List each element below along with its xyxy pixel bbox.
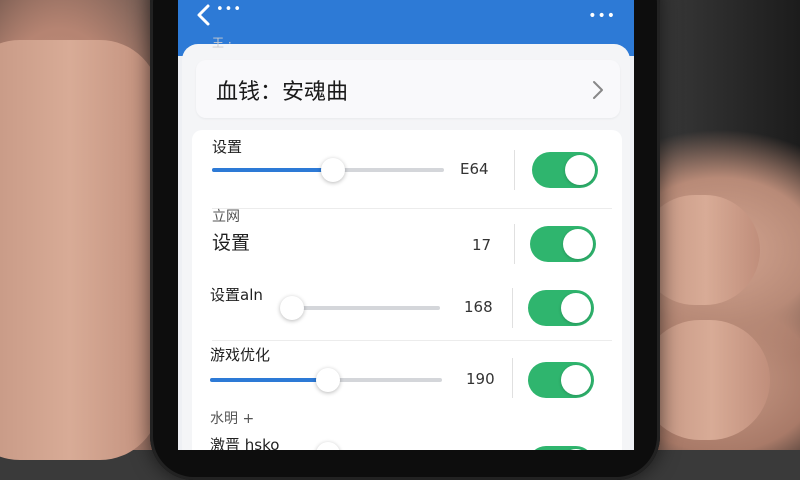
toggle-switch[interactable] [532,152,598,188]
row-divider [212,340,612,341]
setting-label: 设置 [212,232,251,254]
chevron-right-icon [593,81,603,99]
slider-handle[interactable] [280,296,305,320]
more-options-icon[interactable]: ••• [588,8,616,24]
toggle-knob [561,365,591,395]
thumb [0,40,160,460]
slider-fill [210,378,329,382]
toggle-switch[interactable] [528,290,594,326]
divider [514,224,515,264]
divider [512,358,513,398]
game-header-card[interactable]: 血钱：安魂曲 [196,60,620,118]
setting-value: E64 [460,160,489,178]
toggle-switch[interactable] [528,362,594,398]
phone-screen: ••• ••• 王 · 血钱：安魂曲 设置 E64 立网 设置 17 设置aln… [178,0,634,450]
setting-label: 激晋 hsko [210,436,280,450]
slider-handle[interactable] [320,158,345,182]
settings-list: 设置 E64 立网 设置 17 设置aln 168 游戏优化 190 水明 + … [192,130,622,450]
settings-sheet: 王 · 血钱：安魂曲 设置 E64 立网 设置 17 设置aln 168 游戏优… [182,36,630,450]
toggle-switch[interactable] [528,446,594,450]
section-label: 水明 + [210,411,255,427]
section-label: 立网 [212,209,240,225]
setting-value: 17 [472,236,492,254]
title-dots: ••• [216,2,243,17]
sheet-subtitle: 王 · [212,36,232,50]
slider-handle[interactable] [316,368,341,392]
setting-row: 设置 E64 [192,130,622,208]
setting-value: 190 [466,370,495,388]
setting-row: 游戏优化 190 [192,344,622,414]
setting-row: 水明 + 激晋 hsko [192,406,622,450]
setting-value: 168 [464,298,493,316]
setting-label: 游戏优化 [210,346,271,364]
toggle-knob [563,229,593,259]
back-icon[interactable] [190,2,218,28]
toggle-switch[interactable] [530,226,596,262]
divider [512,288,513,328]
divider [514,150,515,190]
setting-row: 立网 设置 17 [192,208,622,284]
slider-fill [212,168,333,172]
toggle-knob [565,155,595,185]
game-title: 血钱：安魂曲 [216,80,349,105]
slider[interactable] [212,158,444,182]
setting-label: 设置 [212,138,243,156]
toggle-knob [561,293,591,323]
slider[interactable] [280,296,440,320]
slider[interactable] [210,368,442,392]
setting-label: 设置aln [210,286,263,304]
slider-handle[interactable] [316,442,340,450]
